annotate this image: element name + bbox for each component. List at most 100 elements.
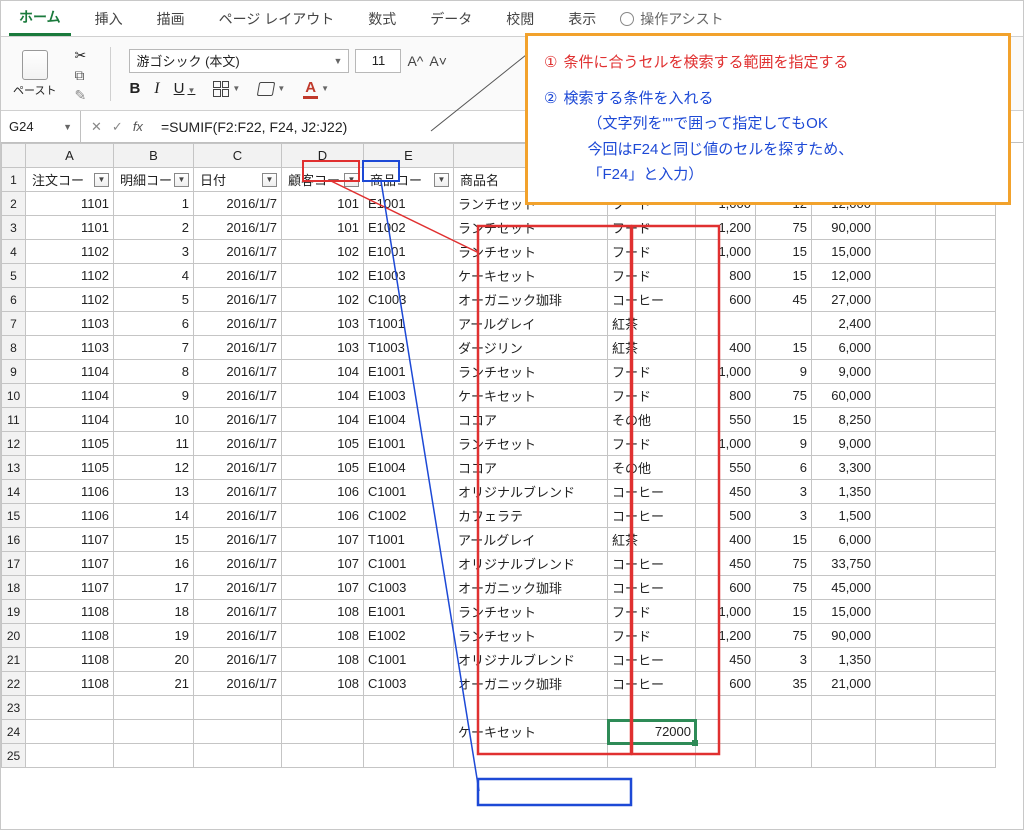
row-header[interactable]: 5	[2, 264, 26, 288]
fx-icon[interactable]: fx	[133, 119, 143, 134]
cell[interactable]: アールグレイ	[454, 312, 608, 336]
cell[interactable]: 1102	[26, 264, 114, 288]
row-header[interactable]: 10	[2, 384, 26, 408]
cell[interactable]: 1,000	[696, 600, 756, 624]
cell[interactable]: 1108	[26, 648, 114, 672]
cell[interactable]: 107	[282, 528, 364, 552]
cell[interactable]: オーガニック珈琲	[454, 576, 608, 600]
cell[interactable]: 紅茶	[608, 528, 696, 552]
row-header[interactable]: 14	[2, 480, 26, 504]
cell[interactable]: フード	[608, 264, 696, 288]
cell[interactable]: 105	[282, 432, 364, 456]
filter-button[interactable]: ▼	[262, 173, 277, 187]
cell[interactable]: 2016/1/7	[194, 480, 282, 504]
increase-font-button[interactable]: A^	[407, 53, 423, 69]
paste-button[interactable]: ペースト	[13, 50, 56, 98]
cell[interactable]: その他	[608, 456, 696, 480]
cell[interactable]: 2	[114, 216, 194, 240]
cell[interactable]	[876, 456, 936, 480]
cell[interactable]: フード	[608, 384, 696, 408]
cell[interactable]	[936, 600, 996, 624]
font-color-button[interactable]: A▼	[303, 79, 329, 99]
cell[interactable]: 1104	[26, 384, 114, 408]
filter-button[interactable]: ▼	[434, 173, 449, 187]
cell[interactable]: 2016/1/7	[194, 264, 282, 288]
cell[interactable]: 2016/1/7	[194, 336, 282, 360]
cell[interactable]	[936, 216, 996, 240]
cell[interactable]: 2016/1/7	[194, 624, 282, 648]
cell[interactable]: 1104	[26, 408, 114, 432]
cell[interactable]: 450	[696, 648, 756, 672]
cell[interactable]: 1105	[26, 456, 114, 480]
cell[interactable]: 2016/1/7	[194, 192, 282, 216]
cell[interactable]: 550	[696, 456, 756, 480]
font-size-select[interactable]: 11	[355, 49, 401, 73]
cell[interactable]	[876, 504, 936, 528]
row-header[interactable]: 17	[2, 552, 26, 576]
cell[interactable]: 8,250	[812, 408, 876, 432]
cell[interactable]	[936, 336, 996, 360]
cell[interactable]: 1108	[26, 624, 114, 648]
cell[interactable]: C1001	[364, 552, 454, 576]
cell[interactable]	[936, 432, 996, 456]
cell[interactable]: 6,000	[812, 528, 876, 552]
cell[interactable]: 600	[696, 288, 756, 312]
cancel-formula-icon[interactable]: ✕	[91, 119, 102, 135]
cell[interactable]	[876, 288, 936, 312]
cell[interactable]	[876, 240, 936, 264]
row-header[interactable]: 18	[2, 576, 26, 600]
cell[interactable]	[936, 408, 996, 432]
cell[interactable]: 800	[696, 264, 756, 288]
row-header[interactable]: 11	[2, 408, 26, 432]
cell[interactable]: 1101	[26, 216, 114, 240]
cell[interactable]: 1,350	[812, 480, 876, 504]
cell[interactable]: 6	[114, 312, 194, 336]
cell[interactable]: ランチセット	[454, 624, 608, 648]
cell[interactable]	[876, 216, 936, 240]
cell[interactable]: 紅茶	[608, 336, 696, 360]
cell[interactable]: フード	[608, 432, 696, 456]
cell-G24-active[interactable]: 72000	[608, 720, 696, 744]
cell[interactable]: 15	[756, 528, 812, 552]
cell[interactable]: 103	[282, 336, 364, 360]
cell[interactable]: 12	[114, 456, 194, 480]
cell[interactable]: 2016/1/7	[194, 216, 282, 240]
cell[interactable]: 75	[756, 576, 812, 600]
cell[interactable]: 9	[756, 360, 812, 384]
cell[interactable]	[876, 432, 936, 456]
cell[interactable]: 108	[282, 672, 364, 696]
cell[interactable]: コーヒー	[608, 552, 696, 576]
cell[interactable]: 15	[114, 528, 194, 552]
cell[interactable]: E1001	[364, 192, 454, 216]
cell[interactable]: ランチセット	[454, 600, 608, 624]
row-header[interactable]: 19	[2, 600, 26, 624]
row-header[interactable]: 25	[2, 744, 26, 768]
cell[interactable]: E1001	[364, 432, 454, 456]
cell[interactable]: 33,750	[812, 552, 876, 576]
cell[interactable]: ランチセット	[454, 216, 608, 240]
cell[interactable]: 400	[696, 336, 756, 360]
cell[interactable]	[876, 672, 936, 696]
cell[interactable]: 27,000	[812, 288, 876, 312]
cell[interactable]	[876, 552, 936, 576]
cell[interactable]: 106	[282, 480, 364, 504]
cell[interactable]: 450	[696, 480, 756, 504]
cell[interactable]: オーガニック珈琲	[454, 288, 608, 312]
cell[interactable]	[876, 264, 936, 288]
cell[interactable]: 35	[756, 672, 812, 696]
cell[interactable]	[936, 504, 996, 528]
row-header[interactable]: 22	[2, 672, 26, 696]
cell[interactable]: 1108	[26, 600, 114, 624]
cell[interactable]: 9,000	[812, 432, 876, 456]
cell[interactable]: コーヒー	[608, 672, 696, 696]
cell[interactable]: アールグレイ	[454, 528, 608, 552]
cell[interactable]: E1001	[364, 240, 454, 264]
cell[interactable]: 6	[756, 456, 812, 480]
cell[interactable]: 2016/1/7	[194, 648, 282, 672]
cell[interactable]: 90,000	[812, 624, 876, 648]
cell[interactable]: 1107	[26, 528, 114, 552]
cell[interactable]: 107	[282, 576, 364, 600]
cell[interactable]	[936, 648, 996, 672]
row-header[interactable]: 8	[2, 336, 26, 360]
cell[interactable]: 19	[114, 624, 194, 648]
